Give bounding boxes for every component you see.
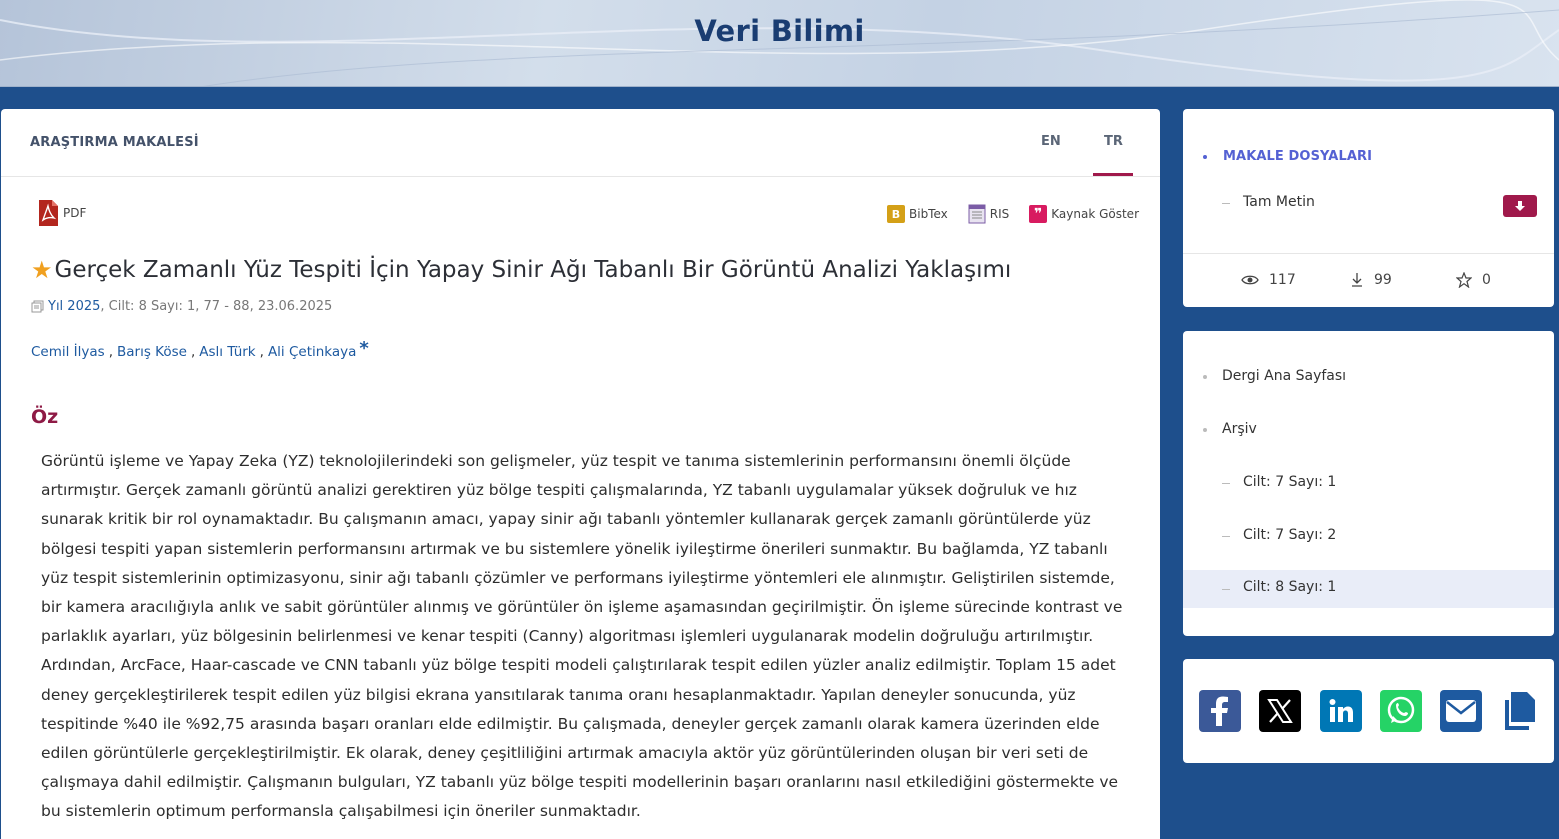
copy-doc-icon: [31, 300, 44, 313]
favorites-stat[interactable]: 0: [1456, 272, 1491, 288]
article-type-label: ARAŞTIRMA MAKALESİ: [30, 135, 199, 150]
cite-label: Kaynak Göster: [1051, 207, 1139, 221]
nav-issue-7-1[interactable]: Cilt: 7 Sayı: 1: [1243, 474, 1336, 490]
author-separator: ,: [259, 343, 264, 360]
quote-icon: ❞: [1029, 205, 1048, 223]
author-link[interactable]: Cemil İlyas: [31, 344, 105, 360]
eye-icon: [1241, 275, 1259, 285]
author-separator: ,: [108, 343, 113, 360]
abstract-heading: Öz: [31, 406, 59, 428]
fulltext-download-button[interactable]: [1503, 195, 1537, 217]
issue-details: , Cilt: 8 Sayı: 1, 77 - 88, 23.06.2025: [100, 299, 333, 314]
article-files-card: MAKALE DOSYALARI Tam Metin 117 99 0: [1183, 109, 1554, 307]
pdf-download-link[interactable]: PDF: [37, 199, 86, 227]
article-card-header: ARAŞTIRMA MAKALESİ EN TR: [1, 109, 1160, 177]
tab-lang-en[interactable]: EN: [1041, 134, 1061, 149]
tab-lang-tr[interactable]: TR: [1104, 134, 1123, 149]
bibtex-label: BibTex: [909, 207, 948, 221]
linkedin-icon[interactable]: [1320, 690, 1362, 732]
fulltext-link[interactable]: Tam Metin: [1243, 194, 1315, 210]
journal-banner: Veri Bilimi: [0, 0, 1559, 87]
author-link[interactable]: Ali Çetinkaya: [268, 344, 356, 360]
favorites-count: 0: [1482, 272, 1491, 288]
author-list: Cemil İlyas , Barış Köse , Aslı Türk , A…: [31, 338, 369, 362]
author-link[interactable]: Barış Köse: [117, 344, 187, 360]
bibtex-icon: B: [887, 205, 905, 223]
bullet: [1203, 375, 1207, 379]
active-issue-highlight: [1183, 570, 1554, 608]
corresponding-author-mark: *: [359, 338, 369, 359]
files-title: MAKALE DOSYALARI: [1223, 149, 1373, 164]
ris-export[interactable]: RIS: [968, 204, 1010, 224]
nav-archive[interactable]: Arşiv: [1222, 421, 1257, 437]
article-title: ★ Gerçek Zamanlı Yüz Tespiti İçin Yapay …: [31, 257, 1011, 283]
issue-year-link[interactable]: Yıl 2025: [48, 299, 100, 314]
cite-button[interactable]: ❞ Kaynak Göster: [1029, 205, 1139, 223]
article-tools-row: PDF B BibTex RIS ❞ Kaynak Göster: [1, 199, 1160, 227]
download-icon: [1352, 273, 1362, 287]
facebook-icon[interactable]: [1199, 690, 1241, 732]
ris-label: RIS: [989, 207, 1010, 221]
dash: [1222, 536, 1230, 537]
pdf-icon: [39, 200, 58, 226]
nav-journal-home[interactable]: Dergi Ana Sayfası: [1222, 368, 1346, 384]
author-separator: ,: [190, 343, 196, 360]
dash: [1222, 483, 1230, 484]
nav-issue-7-2[interactable]: Cilt: 7 Sayı: 2: [1243, 527, 1336, 543]
active-tab-indicator: [1093, 173, 1133, 176]
downloads-count: 99: [1374, 272, 1392, 288]
views-stat: 117: [1241, 272, 1296, 288]
dash: [1222, 589, 1230, 590]
email-icon[interactable]: [1440, 690, 1482, 732]
article-title-text: Gerçek Zamanlı Yüz Tespiti İçin Yapay Si…: [54, 257, 1012, 283]
journal-nav-card: Dergi Ana Sayfası Arşiv Cilt: 7 Sayı: 1 …: [1183, 331, 1554, 636]
star-icon: ★: [31, 256, 53, 284]
x-icon[interactable]: [1259, 690, 1301, 732]
journal-title[interactable]: Veri Bilimi: [0, 14, 1559, 48]
ris-icon: [968, 204, 986, 224]
download-arrow-icon: [1515, 201, 1525, 211]
whatsapp-icon[interactable]: [1380, 690, 1422, 732]
bullet: [1203, 428, 1207, 432]
article-card: ARAŞTIRMA MAKALESİ EN TR PDF B BibTex RI…: [1, 109, 1160, 839]
copy-icon[interactable]: [1498, 690, 1540, 732]
pdf-label: PDF: [63, 206, 87, 220]
article-meta: Yıl 2025, Cilt: 8 Sayı: 1, 77 - 88, 23.0…: [31, 299, 332, 314]
views-count: 117: [1269, 272, 1296, 288]
downloads-stat: 99: [1350, 272, 1392, 288]
bibtex-export[interactable]: B BibTex: [887, 205, 948, 223]
divider: [1183, 253, 1554, 254]
nav-issue-8-1[interactable]: Cilt: 8 Sayı: 1: [1243, 579, 1336, 595]
dash: [1222, 203, 1230, 204]
abstract-text: Görüntü işleme ve Yapay Zeka (YZ) teknol…: [41, 452, 1123, 821]
bullet: [1203, 155, 1207, 159]
share-card: [1183, 659, 1554, 763]
star-outline-icon: [1456, 272, 1472, 288]
author-link[interactable]: Aslı Türk: [199, 344, 255, 360]
